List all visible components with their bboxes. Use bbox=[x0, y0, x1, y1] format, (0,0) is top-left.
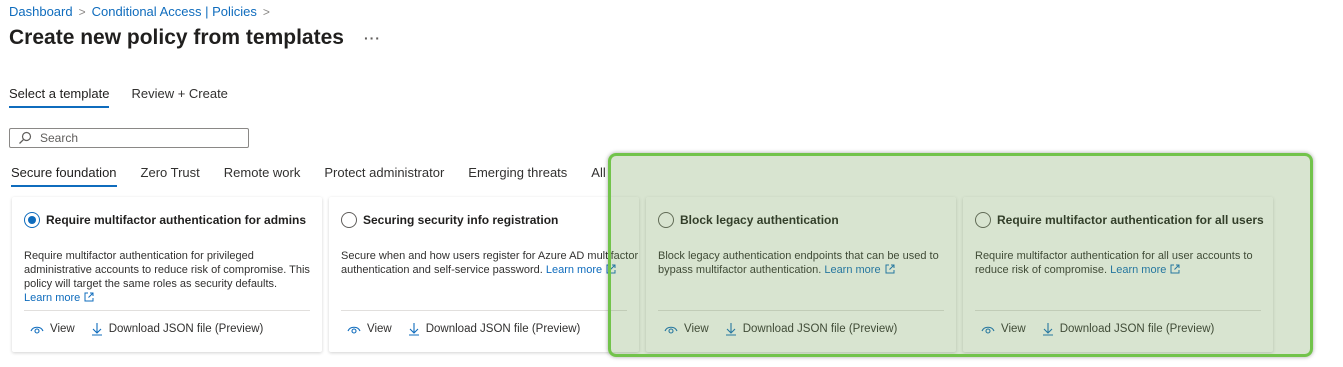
eye-icon bbox=[664, 326, 678, 334]
learn-more-link[interactable]: Learn more bbox=[1110, 264, 1166, 276]
view-label: View bbox=[1001, 323, 1026, 335]
template-card[interactable]: Securing security info registration Secu… bbox=[329, 197, 639, 352]
card-divider bbox=[658, 310, 944, 311]
download-icon bbox=[91, 323, 102, 336]
search-icon bbox=[18, 131, 32, 145]
category-tabs: Secure foundation Zero Trust Remote work… bbox=[11, 165, 630, 187]
card-header: Block legacy authentication bbox=[658, 212, 839, 228]
tab-zero-trust[interactable]: Zero Trust bbox=[141, 165, 200, 187]
view-button[interactable]: View bbox=[664, 323, 709, 335]
template-card[interactable]: Require multifactor authentication for a… bbox=[963, 197, 1273, 352]
more-options-button[interactable]: ··· bbox=[364, 30, 381, 46]
card-actions: View Download JSON file (Preview) bbox=[981, 322, 1230, 336]
tab-select-template[interactable]: Select a template bbox=[9, 86, 110, 108]
tab-all[interactable]: All bbox=[591, 165, 605, 187]
download-json-button[interactable]: Download JSON file (Preview) bbox=[408, 322, 581, 336]
view-label: View bbox=[50, 323, 75, 335]
breadcrumb-dashboard[interactable]: Dashboard bbox=[9, 4, 73, 19]
page-title: Create new policy from templates bbox=[9, 26, 344, 49]
external-link-icon bbox=[1170, 264, 1180, 274]
card-title: Block legacy authentication bbox=[680, 213, 839, 227]
view-button[interactable]: View bbox=[347, 323, 392, 335]
tab-emerging-threats[interactable]: Emerging threats bbox=[468, 165, 567, 187]
card-header: Require multifactor authentication for a… bbox=[975, 212, 1264, 228]
template-card[interactable]: Block legacy authentication Block legacy… bbox=[646, 197, 956, 352]
breadcrumb-policies[interactable]: Conditional Access | Policies bbox=[92, 4, 257, 19]
card-actions: View Download JSON file (Preview) bbox=[347, 322, 596, 336]
download-json-button[interactable]: Download JSON file (Preview) bbox=[91, 322, 264, 336]
download-label: Download JSON file (Preview) bbox=[108, 323, 264, 335]
learn-more-link[interactable]: Learn more bbox=[546, 264, 602, 276]
card-divider bbox=[24, 310, 310, 311]
download-icon bbox=[725, 323, 736, 336]
card-actions: View Download JSON file (Preview) bbox=[664, 322, 913, 336]
card-header: Require multifactor authentication for a… bbox=[24, 212, 306, 228]
template-radio[interactable] bbox=[658, 212, 674, 228]
card-header: Securing security info registration bbox=[341, 212, 558, 228]
breadcrumb-separator: > bbox=[262, 4, 270, 19]
download-label: Download JSON file (Preview) bbox=[742, 323, 898, 335]
external-link-icon bbox=[885, 264, 895, 274]
tab-review-create[interactable]: Review + Create bbox=[131, 86, 227, 108]
download-label: Download JSON file (Preview) bbox=[425, 323, 581, 335]
card-title: Securing security info registration bbox=[363, 213, 559, 227]
download-label: Download JSON file (Preview) bbox=[1059, 323, 1215, 335]
eye-icon bbox=[981, 326, 995, 334]
card-description: Require multifactor authentication for p… bbox=[24, 249, 312, 305]
card-title: Require multifactor authentication for a… bbox=[997, 213, 1264, 227]
tab-protect-administrator[interactable]: Protect administrator bbox=[324, 165, 444, 187]
wizard-tabs: Select a template Review + Create bbox=[9, 86, 228, 108]
template-radio[interactable] bbox=[975, 212, 991, 228]
download-json-button[interactable]: Download JSON file (Preview) bbox=[1042, 322, 1215, 336]
external-link-icon bbox=[84, 292, 94, 302]
template-radio[interactable] bbox=[24, 212, 40, 228]
learn-more-link[interactable]: Learn more bbox=[824, 264, 880, 276]
learn-more-link[interactable]: Learn more bbox=[24, 292, 80, 304]
card-divider bbox=[975, 310, 1261, 311]
view-label: View bbox=[684, 323, 709, 335]
external-link-icon bbox=[606, 264, 616, 274]
search-input[interactable]: Search bbox=[9, 128, 249, 148]
view-label: View bbox=[367, 323, 392, 335]
card-description: Secure when and how users register for A… bbox=[341, 249, 639, 277]
breadcrumb: Dashboard > Conditional Access | Policie… bbox=[9, 4, 276, 19]
download-json-button[interactable]: Download JSON file (Preview) bbox=[725, 322, 898, 336]
card-description-text: Block legacy authentication endpoints th… bbox=[658, 250, 939, 276]
page-title-row: Create new policy from templates ··· bbox=[9, 26, 381, 50]
card-description: Require multifactor authentication for a… bbox=[975, 249, 1263, 277]
card-title: Require multifactor authentication for a… bbox=[46, 213, 307, 227]
breadcrumb-separator: > bbox=[78, 4, 86, 19]
download-icon bbox=[408, 323, 419, 336]
eye-icon bbox=[347, 326, 361, 334]
eye-icon bbox=[30, 326, 44, 334]
card-description: Block legacy authentication endpoints th… bbox=[658, 249, 946, 277]
view-button[interactable]: View bbox=[30, 323, 75, 335]
card-description-text: Require multifactor authentication for p… bbox=[24, 250, 310, 290]
card-divider bbox=[341, 310, 627, 311]
template-card[interactable]: Require multifactor authentication for a… bbox=[12, 197, 322, 352]
card-actions: View Download JSON file (Preview) bbox=[30, 322, 279, 336]
search-placeholder: Search bbox=[40, 131, 79, 145]
download-icon bbox=[1042, 323, 1053, 336]
template-radio[interactable] bbox=[341, 212, 357, 228]
view-button[interactable]: View bbox=[981, 323, 1026, 335]
tab-secure-foundation[interactable]: Secure foundation bbox=[11, 165, 117, 187]
tab-remote-work[interactable]: Remote work bbox=[224, 165, 301, 187]
